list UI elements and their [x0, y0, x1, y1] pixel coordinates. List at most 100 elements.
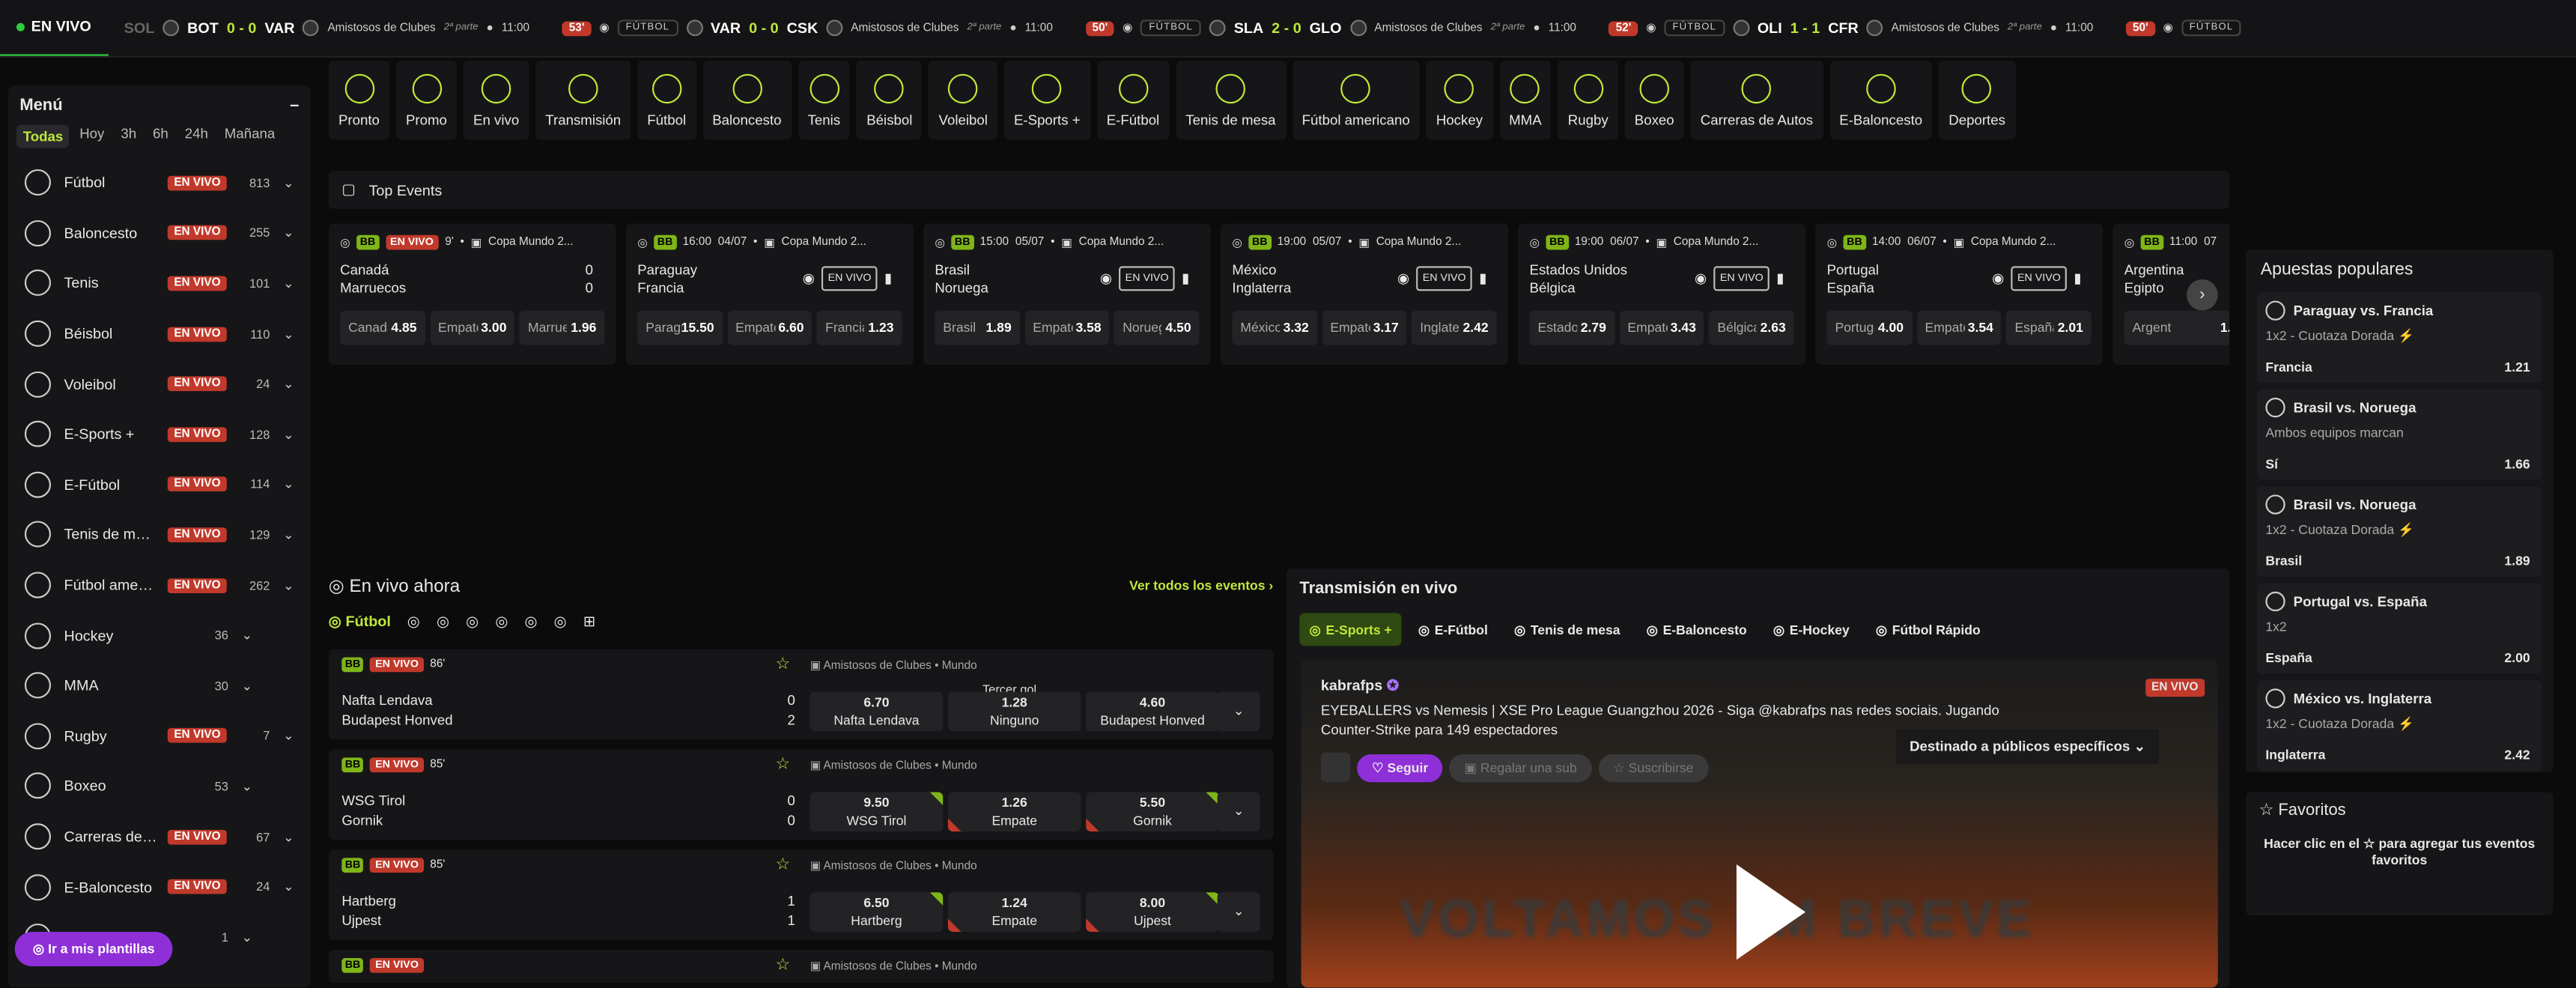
- odds-button[interactable]: Noruega4.50: [1114, 310, 1200, 345]
- sidebar-item[interactable]: Béisbol EN VIVO 110 ⌄: [8, 309, 311, 359]
- sport-nav-item[interactable]: Promo: [395, 61, 458, 140]
- tab-futbol[interactable]: ◎ Fútbol: [329, 612, 391, 630]
- chevron-down-icon[interactable]: ⌄: [242, 930, 253, 945]
- sport-nav-item[interactable]: Rugby: [1558, 61, 1618, 140]
- sport-nav-item[interactable]: E-Sports +: [1003, 61, 1090, 140]
- sport-nav-item[interactable]: Boxeo: [1624, 61, 1684, 140]
- sidebar-tab-5[interactable]: Mañana: [225, 125, 275, 148]
- odds-button[interactable]: España2.01: [2006, 310, 2092, 345]
- ticker-match[interactable]: 53' ◉ FÚTBOL VAR 0 - 0 CSK Amistosos de Clubes…: [546, 19, 1069, 37]
- odds-button[interactable]: 6.70 Nafta Lendava: [809, 691, 944, 732]
- popular-bet[interactable]: Paraguay vs. Francia 1x2 - Cuotaza Dorada…: [2257, 292, 2542, 384]
- chevron-down-icon[interactable]: ⌄: [283, 729, 294, 744]
- sidebar-tab-3[interactable]: 6h: [153, 125, 168, 148]
- basketball-icon[interactable]: ◎: [407, 612, 420, 630]
- chevron-down-icon[interactable]: ⌄: [283, 879, 294, 894]
- popular-bet[interactable]: Portugal vs. España 1x2 España 2.00: [2257, 583, 2542, 674]
- sidebar-item[interactable]: MMA 30 ⌄: [8, 661, 311, 711]
- stream-tab[interactable]: ◎ E-Sports +: [1299, 613, 1402, 646]
- follow-button[interactable]: ♡ Seguir: [1357, 753, 1443, 782]
- chevron-down-icon[interactable]: ⌄: [283, 225, 294, 240]
- sidebar-tab-0[interactable]: Todas: [16, 124, 70, 148]
- odds-button[interactable]: 9.50 WSG Tirol: [809, 792, 944, 832]
- channel-avatar[interactable]: [1320, 752, 1351, 783]
- live-event-row[interactable]: BB EN VIVO 85' ☆ ▣ Amistosos de Clubes • Mun…: [328, 749, 1274, 840]
- sidebar-item[interactable]: Fútbol EN VIVO 813 ⌄: [8, 158, 311, 208]
- sidebar-tab-2[interactable]: 3h: [121, 125, 136, 148]
- stream-player[interactable]: VOLTAMOS EM BREVE kabrafps ✪ EYEBALLERS …: [1301, 658, 2218, 988]
- sport-nav-item[interactable]: En vivo: [463, 61, 529, 140]
- sport-nav-item[interactable]: Voleibol: [929, 61, 998, 140]
- sidebar-item[interactable]: Boxeo 53 ⌄: [8, 761, 311, 811]
- see-all-link[interactable]: Ver todos los eventos ›: [1129, 578, 1273, 593]
- sport-nav-item[interactable]: Tenis: [798, 61, 851, 140]
- favorite-star-icon[interactable]: ☆: [776, 756, 791, 774]
- sidebar-item[interactable]: Voleibol EN VIVO 24 ⌄: [8, 359, 311, 409]
- odds-button[interactable]: 8.00 Ujpest: [1086, 892, 1219, 932]
- event-card[interactable]: ◎ BB 16:00 04/07 • ▣ Copa Mundo 2... Paraguay Fr…: [625, 223, 914, 366]
- odds-button[interactable]: Bélgica 2.63: [1709, 310, 1794, 345]
- odds-button[interactable]: Empate6.60: [727, 310, 812, 345]
- sidebar-tab-4[interactable]: 24h: [185, 125, 208, 148]
- stream-channel[interactable]: kabrafps ✪: [1321, 677, 1399, 695]
- odds-button[interactable]: 4.60 Budapest Honved: [1086, 691, 1219, 732]
- expand-button[interactable]: ⌄: [1217, 691, 1260, 732]
- event-card[interactable]: ◎ BB 14:00 06/07 • ▣ Copa Mundo 2... Portugal Es…: [1815, 223, 2103, 366]
- stream-tab[interactable]: ◎ E-Baloncesto: [1637, 613, 1757, 646]
- sidebar-item[interactable]: Hockey 36 ⌄: [8, 610, 311, 661]
- sidebar-tab-1[interactable]: Hoy: [79, 125, 104, 148]
- odds-button[interactable]: Empate3.00: [430, 310, 515, 345]
- volleyball-icon[interactable]: ◎: [554, 612, 567, 630]
- sport-nav-item[interactable]: E-Fútbol: [1096, 61, 1170, 140]
- sport-nav-item[interactable]: Tenis de mesa: [1176, 61, 1286, 140]
- live-event-row[interactable]: BB EN VIVO 86' ☆ ▣ Amistosos de Clubes • Mun…: [328, 649, 1274, 740]
- odds-button[interactable]: Paraguay15.50: [637, 310, 723, 345]
- sidebar-item[interactable]: E-Fútbol EN VIVO 114 ⌄: [8, 459, 311, 509]
- carousel-next-button[interactable]: ›: [2187, 279, 2218, 311]
- chevron-down-icon[interactable]: ⌄: [283, 276, 294, 291]
- sport-nav-item[interactable]: Hockey: [1426, 61, 1493, 140]
- odds-button[interactable]: 1.24 Empate: [947, 892, 1081, 932]
- odds-button[interactable]: Empate3.43: [1619, 310, 1704, 345]
- popular-bet[interactable]: Brasil vs. Noruega Ambos equipos marcan Sí…: [2257, 389, 2542, 480]
- ticker-match[interactable]: 50' ◉ FÚTBOL SLA 2 - 0 GLO Amistosos de Clubes…: [1069, 19, 1593, 37]
- templates-button[interactable]: ◎ Ir a mis plantillas: [14, 931, 173, 967]
- sport-nav-item[interactable]: Deportes: [1939, 61, 2016, 140]
- sport-nav-item[interactable]: Carreras de Autos: [1690, 61, 1823, 140]
- chevron-down-icon[interactable]: ⌄: [283, 377, 294, 392]
- sport-nav-item[interactable]: Baloncesto: [702, 61, 792, 140]
- stream-tab[interactable]: ◎ E-Hockey: [1764, 613, 1859, 646]
- ticker-match[interactable]: 52' ◉ FÚTBOL OLI 1 - 1 CFR Amistosos de Clubes…: [1593, 19, 2109, 37]
- chevron-down-icon[interactable]: ⌄: [283, 578, 294, 593]
- odds-button[interactable]: Empate3.58: [1024, 310, 1110, 345]
- odds-button[interactable]: 5.50 Gornik: [1086, 792, 1219, 832]
- play-icon[interactable]: [1736, 864, 1806, 960]
- ticker-match[interactable]: SOL BOT 0 - 0 VAR Amistosos de Clubes 2ª…: [108, 19, 546, 37]
- sport-nav-item[interactable]: Transmisión: [535, 61, 631, 140]
- odds-button[interactable]: Canadá4.85: [340, 310, 425, 345]
- odds-button[interactable]: 1.28 Ninguno: [947, 691, 1081, 732]
- ticker-live-all[interactable]: EN VIVO: [0, 0, 108, 56]
- audience-dropdown[interactable]: Destinado a públicos específicos ⌄: [1896, 730, 2159, 765]
- sport-nav-item[interactable]: Fútbol americano: [1292, 61, 1420, 140]
- odds-button[interactable]: Portugal4.00: [1826, 310, 1912, 345]
- sidebar-item[interactable]: Baloncesto EN VIVO 255 ⌄: [8, 208, 311, 258]
- ticker-match[interactable]: 50' ◉ FÚTBOL: [2109, 19, 2258, 37]
- stream-tab[interactable]: ◎ E-Fútbol: [1409, 613, 1498, 646]
- odds-button[interactable]: Empate3.17: [1322, 310, 1407, 345]
- grid-icon[interactable]: ⊞: [583, 612, 596, 630]
- odds-button[interactable]: 6.50 Hartberg: [809, 892, 944, 932]
- chevron-down-icon[interactable]: ⌄: [242, 779, 253, 794]
- favorite-star-icon[interactable]: ☆: [776, 856, 791, 874]
- odds-button[interactable]: Marruecos1.96: [520, 310, 605, 345]
- event-card[interactable]: ◎ BB 19:00 05/07 • ▣ Copa Mundo 2... México Ingl…: [1221, 223, 1509, 366]
- favorite-star-icon[interactable]: ☆: [776, 957, 791, 975]
- expand-button[interactable]: ⌄: [1217, 892, 1260, 932]
- stream-tab[interactable]: ◎ Fútbol Rápido: [1866, 613, 1990, 646]
- sidebar-item[interactable]: Tenis de mesa EN VIVO 129 ⌄: [8, 509, 311, 560]
- sidebar-item[interactable]: Fútbol americano EN VIVO 262 ⌄: [8, 560, 311, 610]
- sidebar-item[interactable]: Tenis EN VIVO 101 ⌄: [8, 258, 311, 309]
- odds-button[interactable]: México 3.32: [1232, 310, 1317, 345]
- gift-sub-button[interactable]: ▣ Regalar una sub: [1449, 753, 1592, 782]
- popular-bet[interactable]: Brasil vs. Noruega 1x2 - Cuotaza Dorada ⚡…: [2257, 486, 2542, 578]
